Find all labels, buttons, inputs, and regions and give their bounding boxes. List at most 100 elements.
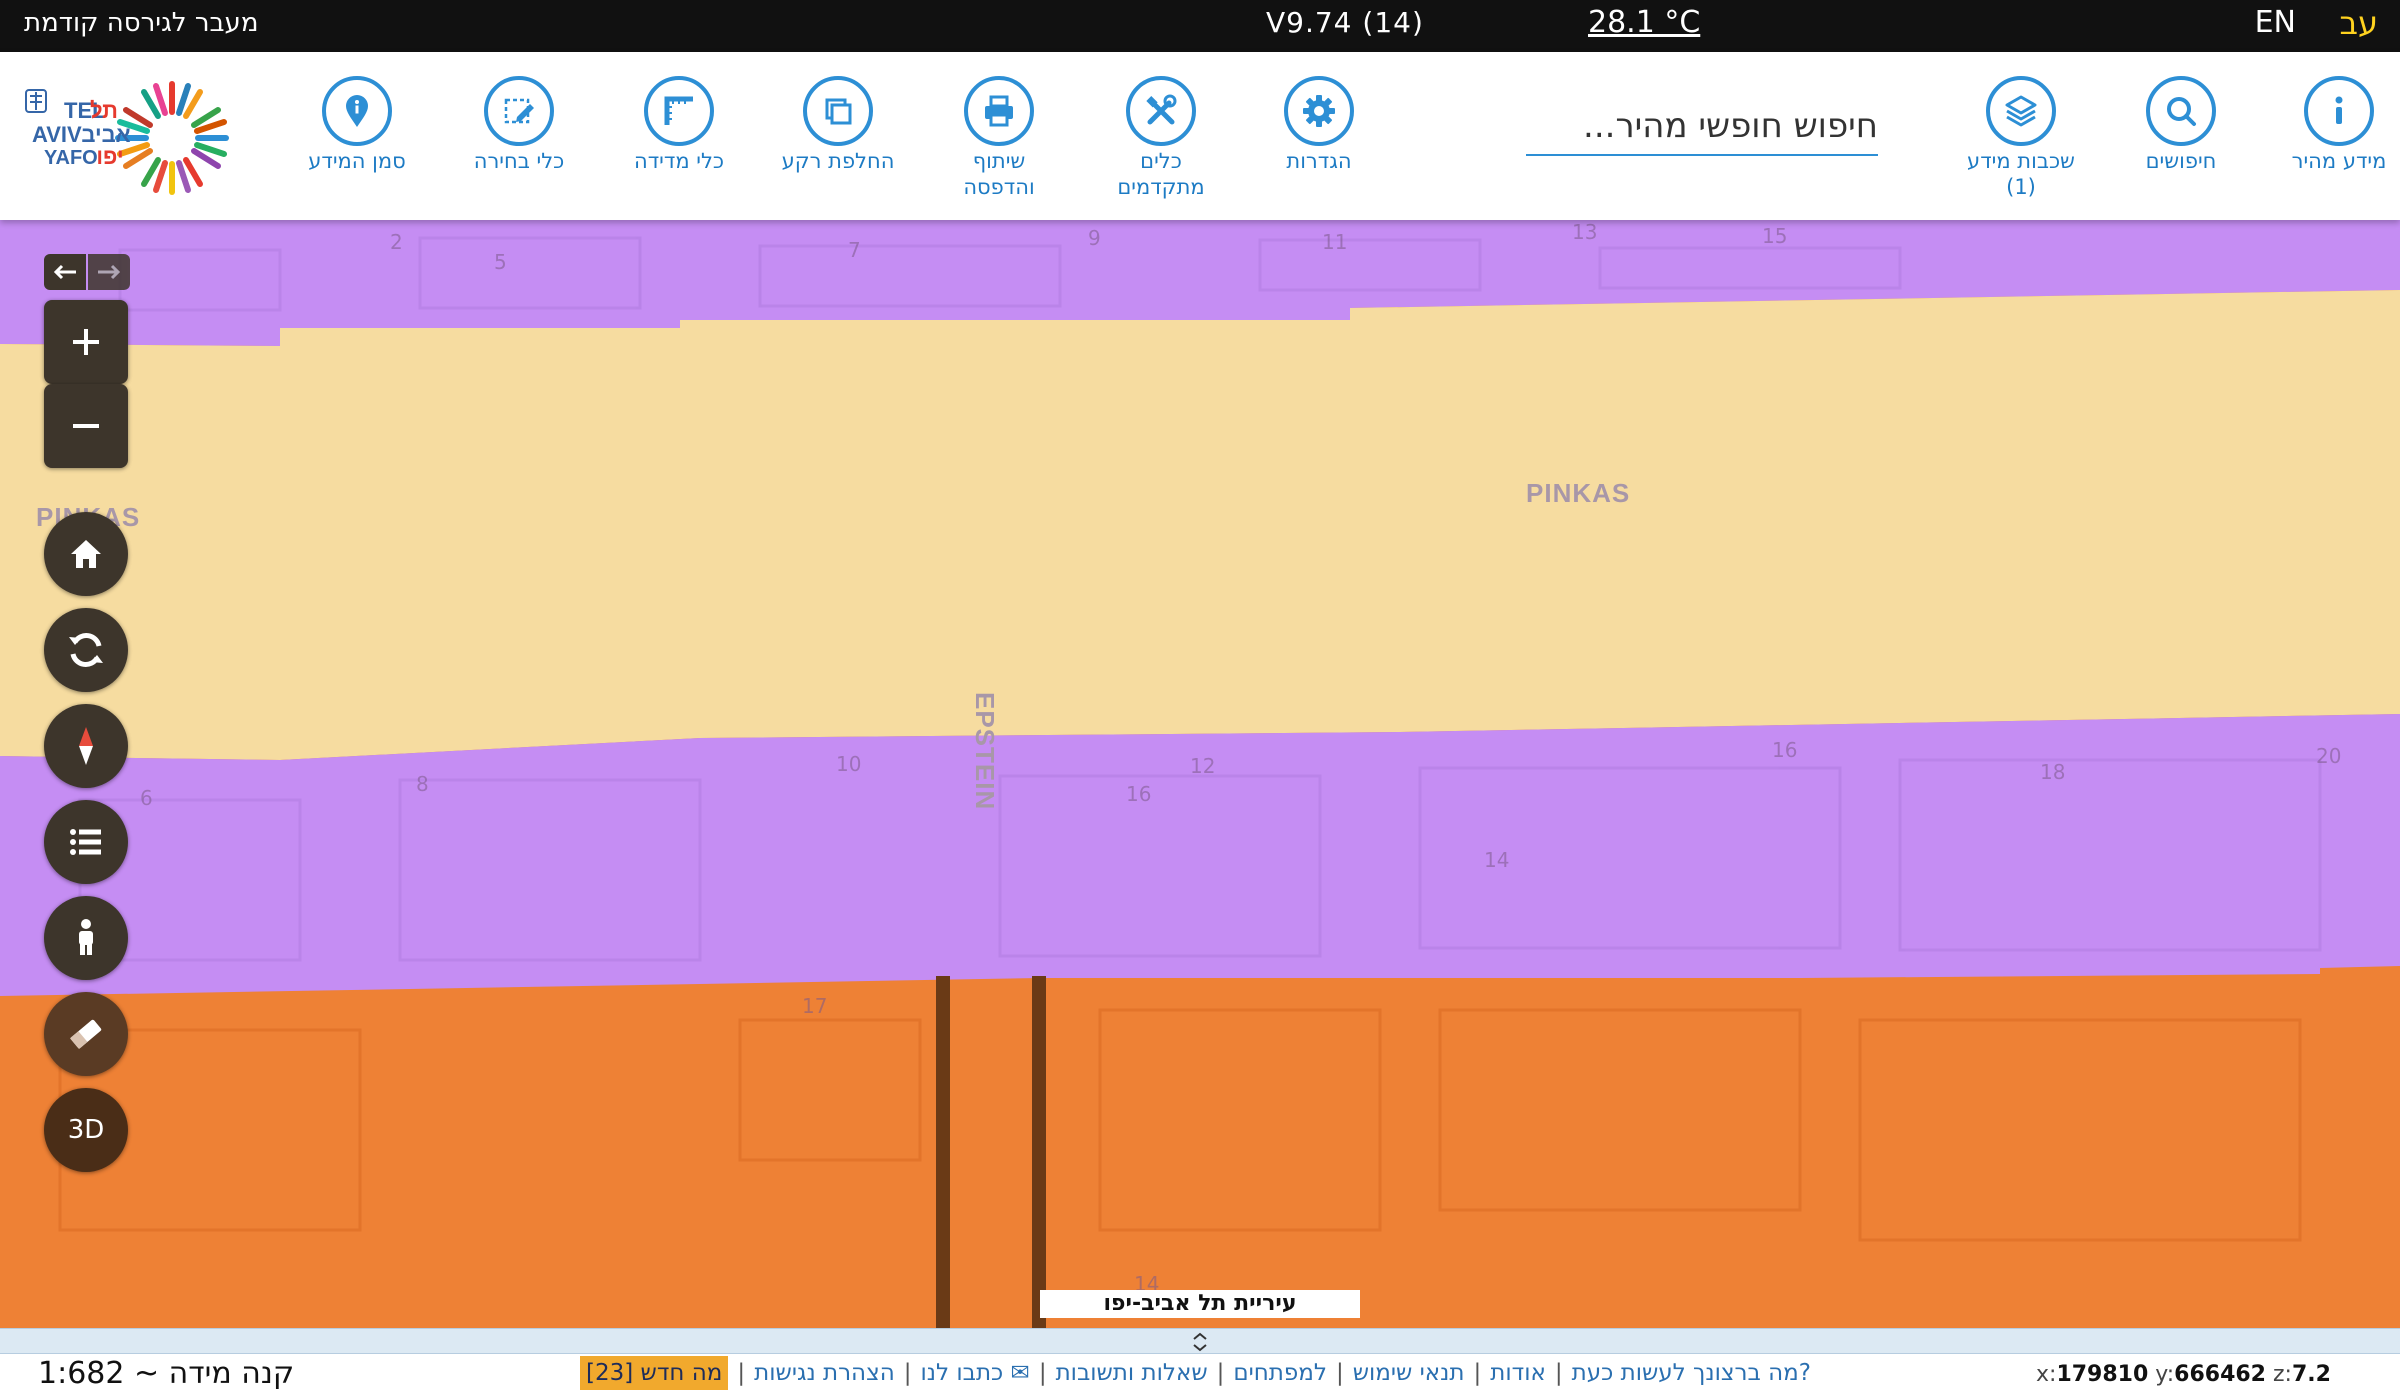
map-pin-icon [322,76,392,146]
selection-tools-button[interactable]: כלי בחירה [444,76,594,174]
layers-label: שכבות מידע [1967,149,2075,173]
minus-icon [73,424,99,428]
separator: | [1473,1360,1482,1386]
footer-link-what-now[interactable]: מה ברצונך לעשות כעת? [1572,1360,1811,1386]
home-button[interactable] [44,512,128,596]
3d-label: 3D [67,1115,105,1145]
house-number: 7 [848,238,861,262]
zoom-in-button[interactable] [44,300,128,384]
gear-icon [1284,76,1354,146]
searches-label: חיפושים [2145,149,2217,173]
separator: | [1554,1360,1563,1386]
advanced-tools-label-2: מתקדמים [1117,175,1205,199]
quick-info-button[interactable]: מידע מהיר [2264,76,2400,174]
history-forward-button[interactable] [88,254,130,290]
house-number: 6 [140,786,153,810]
footer-link-about[interactable]: אודות [1490,1360,1546,1386]
eraser-icon [70,1019,102,1050]
house-number: 20 [2316,744,2342,768]
footer-link-terms[interactable]: תנאי שימוש [1353,1360,1465,1386]
x-value: 179810 [2056,1362,2149,1387]
footer-links: מה ברצונך לעשות כעת? | אודות | תנאי שימו… [580,1356,1811,1390]
panel-resize-handle[interactable] [0,1328,2400,1354]
tel-aviv-yafo-logo[interactable]: TEL AVIV YAFO תל אביב יפו [20,80,250,198]
legend-list-button[interactable] [44,800,128,884]
list-icon [70,829,101,855]
house-number: 12 [1190,754,1216,778]
compass-icon [79,727,93,765]
zoom-out-button[interactable] [44,384,128,468]
share-print-label: שיתוף [972,149,1026,173]
advanced-tools-label: כלים [1140,149,1182,173]
municipality-emblem-icon [25,89,47,113]
house-number: 16 [1126,782,1152,806]
advanced-tools-button[interactable]: כלים מתקדמים [1086,76,1236,200]
coordinates-readout: x:179810 y:666462 z:7.2 [2036,1362,2331,1387]
map-scale: קנה מידה ~ 1:682 [38,1356,295,1391]
separator: | [737,1360,746,1386]
separator: | [903,1360,912,1386]
whats-new-badge[interactable]: מה חדש [23] [580,1356,729,1390]
y-label: y: [2155,1362,2175,1387]
quick-search-input[interactable] [1526,98,1878,154]
language-hebrew-link[interactable]: עב [2339,0,2378,52]
plus-icon [73,329,99,355]
3d-view-button[interactable]: 3D [44,1088,128,1172]
z-value: 7.2 [2291,1362,2331,1387]
map-view[interactable]: PINKAS PINKAS EPSTEIN 2 5 7 9 11 13 15 1… [0,220,2400,1328]
selection-tools-label: כלי בחירה [473,149,565,173]
footer-link-faq[interactable]: שאלות ותשובות [1056,1360,1208,1386]
home-icon [71,540,101,568]
house-number: 13 [1572,220,1598,244]
basemap-icon [803,76,873,146]
sunburst-mark-icon [115,81,229,195]
searches-button[interactable]: חיפושים [2106,76,2256,174]
eraser-button[interactable] [44,992,128,1076]
temperature-display[interactable]: 28.1 °C [1588,0,1700,52]
arrow-left-icon [53,264,76,280]
basemap-switch-button[interactable]: החלפת רקע [763,76,913,174]
svg-text:תל: תל [90,98,118,123]
house-number: 15 [1762,224,1788,248]
info-icon [2304,76,2374,146]
main-toolbar: מידע מהיר חיפושים שכבות מידע (1) הגדרות … [0,52,2400,220]
house-number: 14 [1484,848,1510,872]
compass-button[interactable] [44,704,128,788]
measure-tools-label: כלי מדידה [633,149,725,173]
language-english-link[interactable]: EN [2255,0,2296,52]
info-marker-label: סמן המידע [308,149,406,173]
svg-text:יפו: יפו [96,144,123,169]
separator: | [1216,1360,1225,1386]
settings-button[interactable]: הגדרות [1244,76,1394,174]
history-back-button[interactable] [44,254,86,290]
refresh-icon [69,633,103,667]
refresh-button[interactable] [44,608,128,692]
street-view-button[interactable] [44,896,128,980]
printer-icon [964,76,1034,146]
map-credit: עיריית תל אביב-יפו [1040,1290,1360,1318]
house-number: 5 [494,250,507,274]
quick-search-field[interactable] [1526,98,1878,156]
expand-arrows-icon [1193,1332,1207,1352]
quick-info-label: מידע מהיר [2291,149,2387,173]
layers-button[interactable]: שכבות מידע (1) [1946,76,2096,200]
select-edit-icon [484,76,554,146]
separator: | [1335,1360,1344,1386]
z-label: z: [2273,1362,2292,1387]
share-print-button[interactable]: שיתוף והדפסה [924,76,1074,200]
tools-icon [1126,76,1196,146]
house-number: 18 [2040,760,2066,784]
footer-link-developers[interactable]: למפתחים [1233,1360,1327,1386]
svg-text:YAFO: YAFO [44,147,98,169]
house-number: 11 [1322,230,1348,254]
measure-tools-button[interactable]: כלי מדידה [604,76,754,174]
footer-link-contact[interactable]: כתבו לנו ✉ [921,1360,1030,1386]
info-marker-button[interactable]: סמן המידע [282,76,432,174]
house-number: 8 [416,772,429,796]
status-bar: קנה מידה ~ 1:682 מה ברצונך לעשות כעת? | … [0,1328,2400,1392]
top-bar: עב EN 28.1 °C V9.74 (14) מעבר לגירסה קוד… [0,0,2400,52]
street-label: EPSTEIN [970,692,1000,811]
footer-link-accessibility[interactable]: הצהרת נגישות [754,1360,895,1386]
ruler-icon [644,76,714,146]
previous-version-link[interactable]: מעבר לגירסה קודמת [24,0,258,52]
